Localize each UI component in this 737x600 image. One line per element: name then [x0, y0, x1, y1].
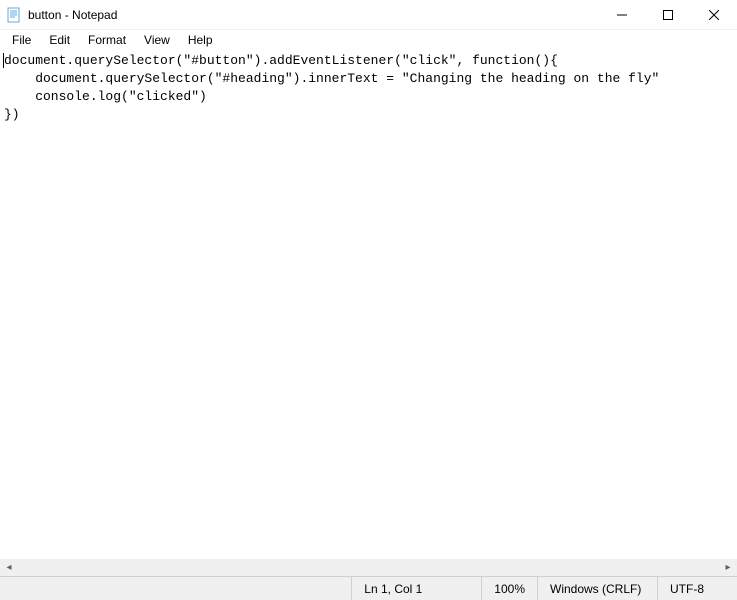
menu-view[interactable]: View: [136, 31, 178, 49]
menu-format[interactable]: Format: [80, 31, 134, 49]
window-controls: [599, 0, 737, 29]
status-zoom: 100%: [481, 577, 537, 600]
code-line: document.querySelector("#heading").inner…: [4, 71, 659, 86]
window-title: button - Notepad: [28, 8, 599, 22]
horizontal-scrollbar[interactable]: ◂ ▸: [0, 559, 737, 576]
code-line: }): [4, 107, 20, 122]
maximize-button[interactable]: [645, 0, 691, 29]
code-line: console.log("clicked"): [4, 89, 207, 104]
notepad-icon: [6, 7, 22, 23]
menu-help[interactable]: Help: [180, 31, 221, 49]
code-line: document.querySelector("#button").addEve…: [4, 53, 558, 68]
minimize-button[interactable]: [599, 0, 645, 29]
scroll-left-icon[interactable]: ◂: [2, 562, 16, 573]
statusbar: Ln 1, Col 1 100% Windows (CRLF) UTF-8: [0, 576, 737, 600]
status-position: Ln 1, Col 1: [351, 577, 481, 600]
close-button[interactable]: [691, 0, 737, 29]
scroll-right-icon[interactable]: ▸: [721, 562, 735, 573]
status-encoding: UTF-8: [657, 577, 737, 600]
titlebar: button - Notepad: [0, 0, 737, 30]
menu-file[interactable]: File: [4, 31, 39, 49]
status-line-ending: Windows (CRLF): [537, 577, 657, 600]
menubar: File Edit Format View Help: [0, 30, 737, 50]
menu-edit[interactable]: Edit: [41, 31, 78, 49]
text-editor[interactable]: document.querySelector("#button").addEve…: [0, 50, 737, 559]
